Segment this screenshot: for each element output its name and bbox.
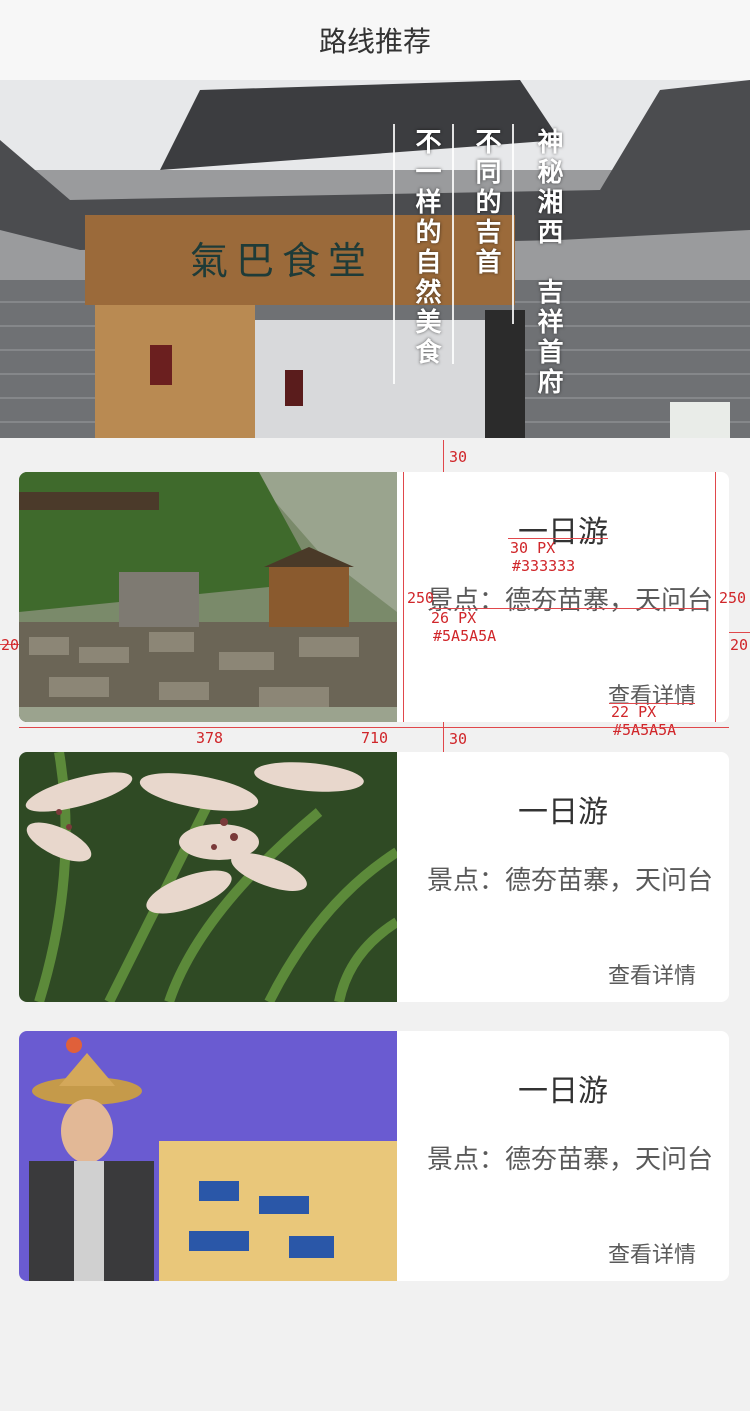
view-details-link[interactable]: 查看详情 (608, 958, 696, 990)
page-header: 路线推荐 (0, 0, 750, 80)
hero-caption: 不同的吉首 (471, 128, 501, 278)
measure-label: #333333 (512, 557, 576, 575)
measure-line (443, 440, 444, 472)
hero-caption: 不一样的自然美食 (411, 128, 441, 368)
measure-label: 22 PX (611, 703, 657, 721)
measure-line (729, 632, 750, 633)
measure-line (715, 472, 716, 722)
measure-label: 378 (196, 729, 224, 747)
measure-label: 250 (719, 589, 747, 607)
measure-label: 710 (361, 729, 389, 747)
route-title: 一日游 (518, 795, 608, 830)
measure-label: 26 PX (431, 609, 477, 627)
route-photo (19, 1031, 397, 1281)
route-title: 一日游 (518, 1074, 608, 1109)
page-title: 路线推荐 (318, 25, 431, 58)
route-spots: 景点：德夯苗寨，天问台 (427, 1145, 714, 1175)
hero-caption: 神秘湘西 吉祥首府 (533, 128, 563, 398)
hero-image (0, 80, 750, 438)
measure-label: 20 (1, 636, 20, 654)
hero-banner[interactable]: 神秘湘西 吉祥首府 不同的吉首 不一样的自然美食 氣巴食堂 (0, 80, 750, 438)
measure-label: 30 (449, 730, 468, 748)
measure-label: #5A5A5A (613, 721, 677, 739)
measure-label: 30 PX (510, 539, 556, 557)
route-spots: 景点：德夯苗寨，天问台 (427, 866, 714, 896)
hero-signboard-text: 氣巴食堂 (190, 239, 375, 283)
route-card[interactable]: 一日游 景点：德夯苗寨，天问台 查看详情 (19, 1031, 729, 1281)
measure-label: #5A5A5A (433, 627, 497, 645)
route-photo (19, 472, 397, 722)
measure-line (403, 472, 404, 722)
view-details-link[interactable]: 查看详情 (608, 1237, 696, 1269)
hero-divider (452, 124, 454, 364)
hero-divider (393, 124, 395, 384)
measure-label: 250 (407, 589, 435, 607)
measure-label: 20 (730, 636, 749, 654)
measure-line (19, 727, 729, 728)
route-card[interactable]: 一日游 景点：德夯苗寨，天问台 查看详情 (19, 472, 729, 722)
route-card[interactable]: 一日游 景点：德夯苗寨，天问台 查看详情 (19, 752, 729, 1002)
route-photo (19, 752, 397, 1002)
measure-label: 30 (449, 448, 468, 466)
hero-divider (512, 124, 514, 324)
route-title: 一日游 (518, 515, 608, 550)
